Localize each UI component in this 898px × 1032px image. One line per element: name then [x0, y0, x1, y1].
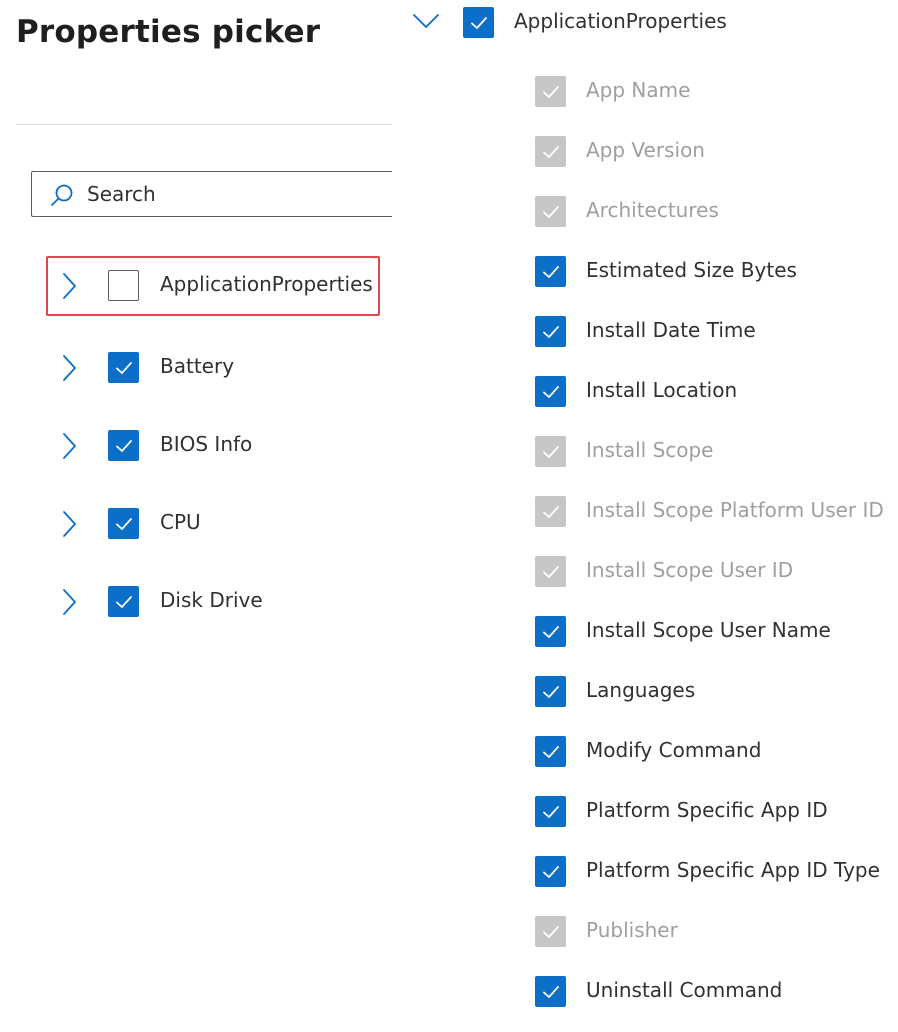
property-label: Install Scope Platform User ID — [586, 498, 884, 522]
property-checkbox — [535, 916, 566, 947]
property-item[interactable]: Languages — [535, 675, 895, 711]
property-checkbox[interactable] — [535, 856, 566, 887]
property-checkbox[interactable] — [535, 736, 566, 767]
property-checkbox — [535, 496, 566, 527]
search-input[interactable]: Search — [87, 182, 156, 206]
property-label: App Name — [586, 78, 691, 102]
chevron-right-icon[interactable] — [60, 588, 78, 616]
property-checkbox — [535, 196, 566, 227]
property-checkbox — [535, 556, 566, 587]
property-label: Platform Specific App ID Type — [586, 858, 880, 882]
tree-item[interactable]: ApplicationProperties — [46, 256, 380, 316]
property-checkbox[interactable] — [535, 976, 566, 1007]
property-item[interactable]: Install Date Time — [535, 315, 895, 351]
property-checkbox[interactable] — [535, 616, 566, 647]
property-label: Publisher — [586, 918, 678, 942]
property-label: Install Location — [586, 378, 738, 402]
tree-item-label: ApplicationProperties — [160, 272, 373, 296]
property-item[interactable]: Uninstall Command — [535, 975, 895, 1011]
tree-item-checkbox[interactable] — [108, 586, 139, 617]
property-label: Install Date Time — [586, 318, 756, 342]
tree-item-checkbox[interactable] — [108, 508, 139, 539]
property-item[interactable]: Install Scope User Name — [535, 615, 895, 651]
group-header[interactable]: ApplicationProperties — [392, 0, 898, 46]
property-item[interactable]: Install Location — [535, 375, 895, 411]
tree-item-label: CPU — [160, 510, 201, 534]
property-item: Install Scope Platform User ID — [535, 495, 895, 531]
property-checkbox — [535, 436, 566, 467]
property-checkbox[interactable] — [535, 316, 566, 347]
property-checkbox — [535, 76, 566, 107]
property-item[interactable]: Modify Command — [535, 735, 895, 771]
tree-item[interactable]: Disk Drive — [46, 572, 380, 632]
tree-item[interactable]: BIOS Info — [46, 416, 380, 476]
property-checkbox[interactable] — [535, 796, 566, 827]
property-checkbox[interactable] — [535, 256, 566, 287]
property-checkbox[interactable] — [535, 376, 566, 407]
chevron-right-icon[interactable] — [60, 510, 78, 538]
property-label: Uninstall Command — [586, 978, 783, 1002]
left-panel: Properties picker Search ApplicationProp… — [0, 0, 392, 1032]
property-item: App Name — [535, 75, 895, 111]
property-item[interactable]: Platform Specific App ID Type — [535, 855, 895, 891]
property-label: Install Scope User Name — [586, 618, 831, 642]
right-panel: ApplicationProperties App Name App Versio… — [392, 0, 898, 1032]
property-item[interactable]: Platform Specific App ID — [535, 795, 895, 831]
property-label: Languages — [586, 678, 696, 702]
property-label: Modify Command — [586, 738, 762, 762]
group-checkbox[interactable] — [463, 7, 494, 38]
property-label: Architectures — [586, 198, 719, 222]
property-item: Install Scope — [535, 435, 895, 471]
search-box[interactable]: Search — [31, 171, 392, 217]
property-item: Publisher — [535, 915, 895, 951]
property-item[interactable]: Estimated Size Bytes — [535, 255, 895, 291]
tree-item-checkbox[interactable] — [108, 430, 139, 461]
property-label: Install Scope User ID — [586, 558, 794, 582]
page-title: Properties picker — [16, 14, 321, 50]
tree-item-label: Battery — [160, 354, 235, 378]
group-label: ApplicationProperties — [514, 9, 727, 33]
property-label: Install Scope — [586, 438, 714, 462]
property-checkbox[interactable] — [535, 676, 566, 707]
tree-item-checkbox[interactable] — [108, 270, 139, 301]
chevron-down-icon[interactable] — [412, 11, 440, 31]
header-divider — [16, 124, 392, 125]
chevron-right-icon[interactable] — [60, 354, 78, 382]
search-icon — [50, 183, 74, 207]
chevron-right-icon[interactable] — [60, 432, 78, 460]
property-item: Install Scope User ID — [535, 555, 895, 591]
property-checkbox — [535, 136, 566, 167]
chevron-right-icon[interactable] — [60, 272, 78, 300]
property-label: App Version — [586, 138, 705, 162]
property-label: Estimated Size Bytes — [586, 258, 797, 282]
tree-item-label: BIOS Info — [160, 432, 253, 456]
property-item: App Version — [535, 135, 895, 171]
tree-item-label: Disk Drive — [160, 588, 263, 612]
tree-item[interactable]: Battery — [46, 338, 380, 398]
property-label: Platform Specific App ID — [586, 798, 828, 822]
tree-item-checkbox[interactable] — [108, 352, 139, 383]
tree-item[interactable]: CPU — [46, 494, 380, 554]
property-item: Architectures — [535, 195, 895, 231]
